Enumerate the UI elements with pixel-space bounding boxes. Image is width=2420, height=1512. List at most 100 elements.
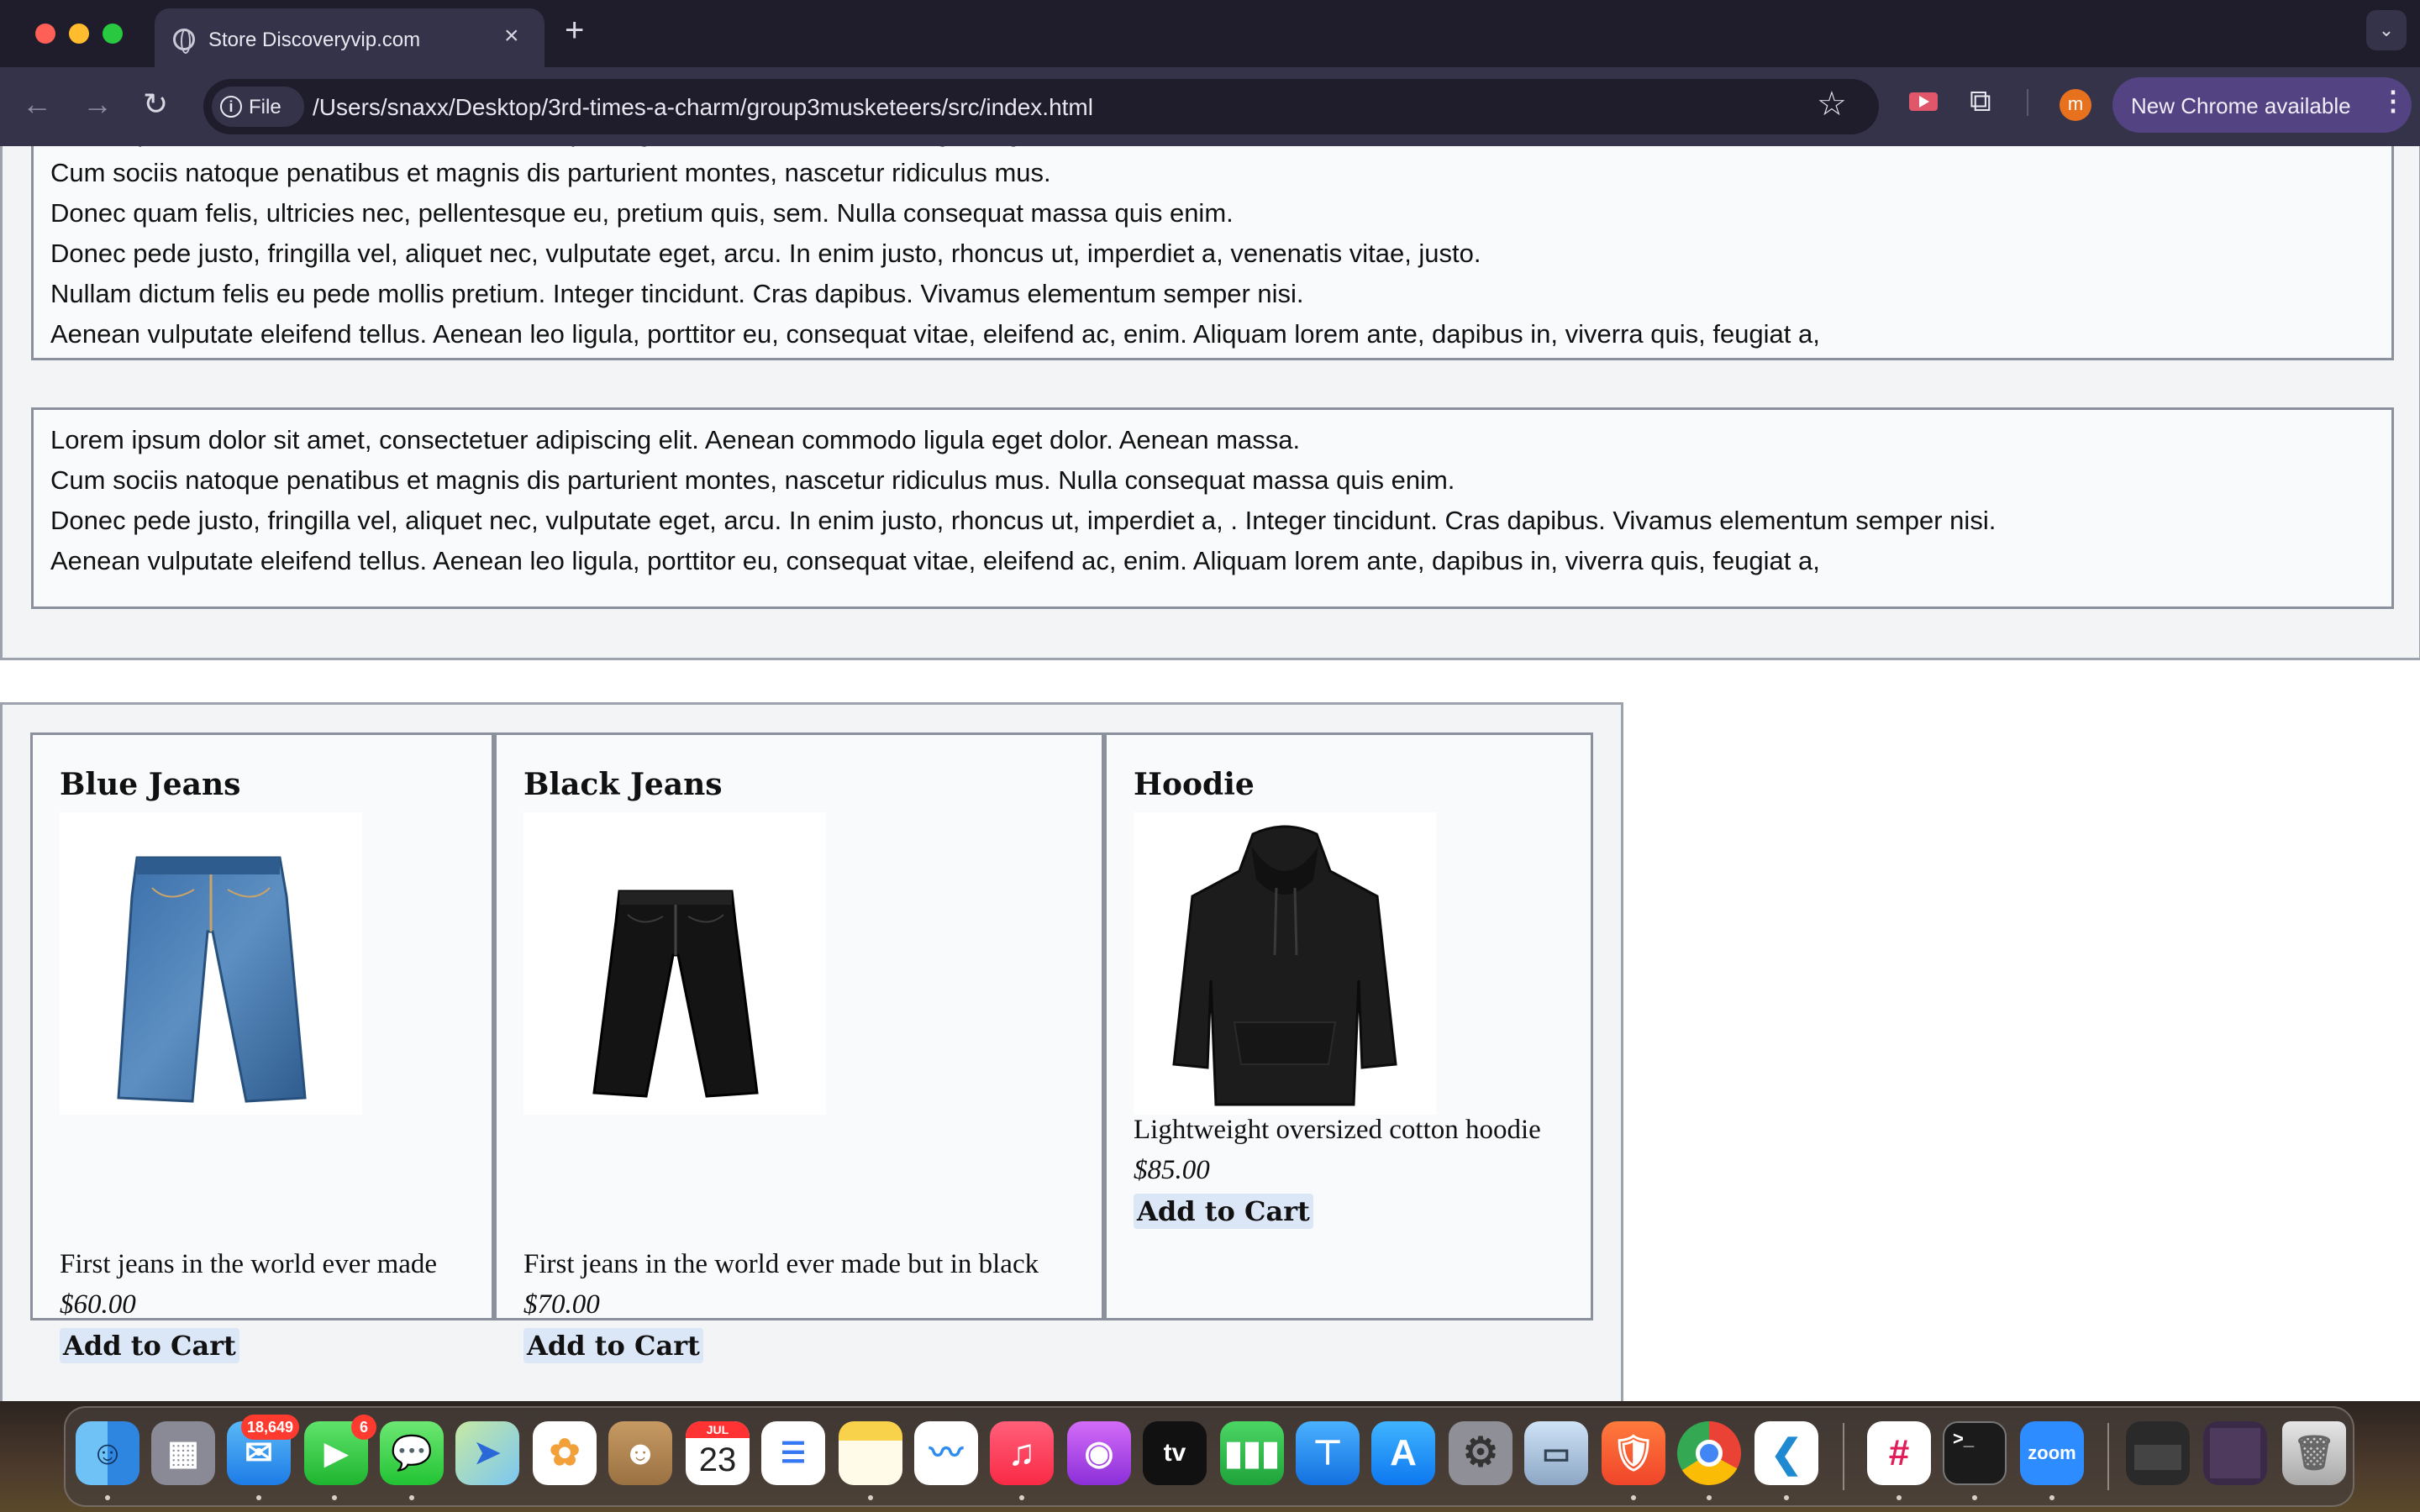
tv-icon[interactable]: tv [1143,1421,1207,1485]
maps-icon[interactable]: ➤ [455,1421,519,1485]
app-store-icon[interactable]: A [1371,1421,1435,1485]
running-indicator [2049,1495,2054,1500]
launchpad-icon[interactable]: ▦ [151,1421,215,1485]
forward-button[interactable]: → [82,89,113,119]
update-chrome-button[interactable]: New Chrome available ⋮ [2112,77,2412,133]
product-card: Blue Jeans First jeans in the world ever… [30,732,494,1363]
product-description: First jeans in the world ever made [60,1249,438,1279]
product-description: First jeans in the world ever made but i… [523,1249,1039,1279]
downloads-stack-icon[interactable] [2126,1421,2190,1485]
window-close-button[interactable] [35,24,55,44]
keynote-icon[interactable]: ⊤ [1296,1421,1360,1485]
window-stack-icon[interactable] [2203,1421,2267,1485]
file-chip-label: File [249,96,281,118]
text-box-1: Lorem ipsum dolor sit amet, consectetuer… [31,146,2394,360]
preview-icon[interactable]: ▭ [1524,1421,1588,1485]
freeform-icon[interactable]: 〰 [914,1421,978,1485]
product-price: $85.00 [1134,1155,1210,1185]
bookmark-star-icon[interactable]: ☆ [1817,87,1847,121]
reload-button[interactable]: ↻ [143,89,168,119]
finder-icon[interactable]: ☺ [76,1421,139,1485]
product-price: $60.00 [60,1289,136,1320]
terminal-icon[interactable]: >_ [1943,1421,2007,1485]
toolbar-divider [2027,89,2028,116]
window-zoom-button[interactable] [103,24,123,44]
stack-thumbnail [2134,1445,2181,1470]
trash-icon[interactable]: 🗑 [2282,1421,2346,1485]
running-indicator [1784,1495,1789,1500]
text-line: Donec quam felis, ultricies nec, pellent… [50,198,1234,228]
text-line: Lorem ipsum dolor sit amet, consectetuer… [50,146,1820,153]
tab-search-button[interactable]: ⌄ [2366,10,2407,50]
running-indicator [868,1495,873,1500]
facetime-badge: 6 [351,1415,376,1440]
chrome-center-icon [1696,1440,1723,1467]
globe-icon [173,29,195,54]
page-viewport: Lorem ipsum dolor sit amet, consectetuer… [0,146,2420,1401]
blue-jeans-image [60,812,362,1115]
chrome-icon[interactable] [1677,1421,1741,1485]
profile-avatar[interactable]: m [2060,89,2091,121]
running-indicator [1707,1495,1712,1500]
brave-icon[interactable]: 🛡 [1602,1421,1665,1485]
product-title: Black Jeans [523,767,723,802]
text-box-1-lines: Lorem ipsum dolor sit amet, consectetuer… [50,146,1820,354]
hoodie-image [1134,812,1436,1115]
extension-icon[interactable] [1909,92,1938,111]
stack-thumbnail [2210,1428,2260,1478]
window-minimize-button[interactable] [69,24,89,44]
mail-badge: 18,649 [240,1415,299,1440]
running-indicator [256,1495,261,1500]
add-to-cart-button[interactable]: Add to Cart [60,1328,239,1363]
vscode-icon[interactable]: ❮ [1754,1421,1818,1485]
calendar-day: 23 [698,1441,737,1478]
product-description: Lightweight oversized cotton hoodie [1134,1115,1541,1145]
text-line: Cum sociis natoque penatibus et magnis d… [50,465,1455,495]
notes-icon[interactable] [839,1421,902,1485]
messages-icon[interactable]: 💬 [380,1421,444,1485]
product-card: Hoodie Lightweight oversized cotton hood… [1104,732,1593,1320]
zoom-label: zoom [2028,1442,2076,1463]
site-info-chip[interactable]: i File [212,87,304,127]
running-indicator [105,1495,110,1500]
running-indicator [1897,1495,1902,1500]
reminders-icon[interactable]: ☰ [761,1421,825,1485]
text-line: Donec pede justo, fringilla vel, aliquet… [50,239,1481,268]
contacts-icon[interactable]: ☻ [608,1421,672,1485]
slack-icon[interactable]: # [1867,1421,1931,1485]
close-icon[interactable]: × [504,24,519,49]
update-label: New Chrome available [2131,93,2351,118]
product-card: Black Jeans First jeans in the world eve… [494,732,1104,1363]
add-to-cart-button[interactable]: Add to Cart [1134,1194,1313,1229]
extensions-puzzle-icon[interactable]: ⧉ [1970,86,1991,116]
calendar-month: JUL [686,1421,750,1438]
podcasts-icon[interactable]: ◉ [1067,1421,1131,1485]
kebab-menu-icon[interactable]: ⋮ [2380,87,2407,114]
numbers-icon[interactable]: ▮▮▮ [1220,1421,1284,1485]
system-settings-icon[interactable]: ⚙ [1449,1421,1512,1485]
mail-icon[interactable]: ✉ 18,649 [227,1415,299,1485]
browser-tab[interactable]: Store Discoveryvip.com × [155,8,544,67]
product-price: $70.00 [523,1289,600,1320]
music-icon[interactable]: ♫ [990,1421,1054,1485]
facetime-icon[interactable]: ▶ 6 [304,1415,376,1485]
new-tab-button[interactable]: + [565,13,584,47]
running-indicator [409,1495,414,1500]
url-text[interactable]: /Users/snaxx/Desktop/3rd-times-a-charm/g… [313,94,1093,121]
text-section: Lorem ipsum dolor sit amet, consectetuer… [0,146,2420,660]
product-title: Blue Jeans [60,767,241,802]
info-icon: i [220,96,242,118]
back-button[interactable]: ← [22,89,52,119]
browser-titlebar: Store Discoveryvip.com × + ⌄ [0,0,2420,67]
text-line: Cum sociis natoque penatibus et magnis d… [50,158,1051,187]
zoom-icon[interactable]: zoom [2020,1421,2084,1485]
calendar-icon[interactable]: JUL 23 [686,1421,750,1485]
terminal-prompt: >_ [1953,1428,1975,1449]
running-indicator [1972,1495,1977,1500]
address-bar[interactable]: i File /Users/snaxx/Desktop/3rd-times-a-… [203,79,1879,134]
text-line: Aenean vulputate eleifend tellus. Aenean… [50,319,1820,349]
add-to-cart-button[interactable]: Add to Cart [523,1328,703,1363]
photos-icon[interactable]: ✿ [533,1421,597,1485]
tab-title: Store Discoveryvip.com [208,29,421,51]
text-line: Donec pede justo, fringilla vel, aliquet… [50,506,1996,535]
